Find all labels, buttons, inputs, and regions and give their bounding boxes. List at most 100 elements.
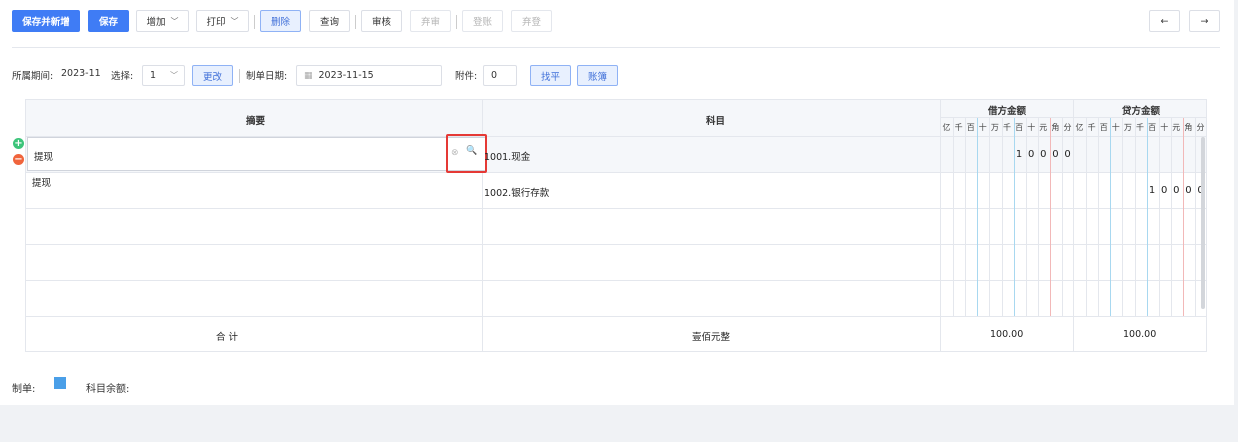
debit-digit: 0: [1028, 149, 1035, 160]
ledger-button[interactable]: 账簿: [577, 65, 618, 86]
digit-unit-label: 百: [1015, 123, 1024, 132]
highlight-box: [446, 134, 487, 173]
remove-row-icon[interactable]: −: [13, 154, 24, 165]
digit-unit-label: 千: [1136, 123, 1144, 132]
digit-column-line: [1086, 118, 1088, 316]
change-button[interactable]: 更改: [192, 65, 233, 86]
calendar-icon: ▦: [304, 70, 313, 81]
debit-header: 借方金额: [988, 106, 1027, 117]
digit-unit-label: 百: [966, 123, 975, 132]
digit-unit-label: 十: [978, 123, 987, 132]
print-dropdown-button[interactable]: 打印 ﹀: [196, 10, 249, 32]
toolbar-divider: [254, 15, 255, 29]
post-button[interactable]: 登账: [462, 10, 503, 32]
digit-column-line: [1195, 118, 1196, 316]
row-divider: [26, 208, 1206, 209]
digit-unit-label: 千: [1003, 123, 1011, 132]
ledger-label: 账簿: [587, 71, 607, 83]
digit-column-line: [1001, 118, 1003, 316]
digit-unit-label: 万: [990, 123, 999, 132]
digit-unit-label: 元: [1039, 123, 1048, 132]
save-button[interactable]: 保存: [88, 10, 129, 32]
period-value: 2023-11: [61, 68, 101, 79]
debit-digit: 0: [1040, 149, 1047, 160]
unaudit-label: 弃审: [420, 17, 440, 28]
toolbar-divider: [355, 15, 356, 29]
change-label: 更改: [202, 71, 222, 83]
digit-column-line: [1098, 118, 1100, 316]
digit-column-line: [977, 118, 979, 316]
column-divider: [940, 100, 941, 351]
post-label: 登账: [472, 17, 492, 28]
credit-digit: 1: [1148, 185, 1156, 196]
total-amount-words: 壹佰元整: [692, 332, 731, 343]
row-summary[interactable]: 提现: [32, 175, 51, 189]
digit-unit-label: 分: [1196, 123, 1205, 132]
digit-unit-label: 十: [1111, 123, 1120, 132]
query-label: 查询: [319, 17, 339, 28]
summary-input[interactable]: 提现 ⊗: [27, 137, 486, 171]
audit-label: 审核: [371, 17, 391, 28]
digit-column-line: [1170, 118, 1172, 316]
digit-unit-label: 万: [1123, 123, 1132, 132]
add-row-icon[interactable]: +: [13, 138, 24, 149]
chevron-down-icon: ﹀: [170, 71, 178, 80]
attachment-input[interactable]: 0: [483, 65, 517, 86]
subject-header: 科目: [706, 116, 726, 127]
prev-button[interactable]: ←: [1149, 10, 1180, 32]
credit-digit: 0: [1185, 185, 1192, 196]
select-dropdown[interactable]: 1 ﹀: [142, 65, 185, 86]
maker-avatar: [54, 377, 66, 389]
voucher-table: 摘要 科目 借方金额 贷方金额 亿千百十万千百十元角分10000亿千百十万千百十…: [25, 99, 1207, 352]
digit-column-line: [1013, 118, 1015, 316]
row-divider: [26, 316, 1206, 317]
row-subject[interactable]: 1001.现金: [484, 149, 530, 163]
total-credit: 100.00: [1123, 329, 1157, 340]
summary-header: 摘要: [246, 116, 266, 127]
toolbar-divider: [456, 15, 457, 29]
date-label: 制单日期:: [246, 71, 288, 82]
row-divider: [26, 244, 1206, 245]
chevron-down-icon: ﹀: [230, 16, 239, 26]
unaudit-button[interactable]: 弃审: [410, 10, 451, 32]
query-button[interactable]: 查询: [309, 10, 350, 32]
chevron-down-icon: ﹀: [170, 16, 179, 26]
next-button[interactable]: →: [1189, 10, 1220, 32]
balance-label: 找平: [540, 71, 560, 83]
arrow-left-icon: ←: [1160, 15, 1169, 27]
delete-button[interactable]: 删除: [260, 10, 301, 32]
save-and-new-button[interactable]: 保存并新增: [12, 10, 80, 32]
voucher-panel: 保存并新增 保存 增加 ﹀ 打印 ﹀ 删除 查询 审核 弃审 登账 弃登 ← → 所…: [0, 0, 1234, 405]
digit-unit-label: 元: [1172, 123, 1181, 132]
digit-column-line: [1025, 118, 1027, 316]
print-label: 打印: [206, 17, 226, 28]
debit-digit: 1: [1015, 149, 1023, 160]
add-label: 增加: [146, 17, 166, 28]
balance-button[interactable]: 找平: [530, 65, 571, 86]
date-picker[interactable]: ▦ 2023-11-15: [296, 65, 442, 86]
digit-column-line: [1146, 118, 1148, 316]
period-label: 所属期间:: [12, 71, 54, 82]
select-label: 选择:: [111, 71, 134, 82]
date-value: 2023-11-15: [318, 70, 374, 81]
digit-unit-label: 十: [1160, 123, 1169, 132]
digit-column-line: [1122, 118, 1124, 316]
digit-unit-label: 亿: [942, 123, 951, 132]
digit-unit-label: 千: [954, 123, 963, 132]
column-divider: [1073, 100, 1074, 351]
digit-column-line: [1049, 118, 1051, 316]
row-subject[interactable]: 1002.银行存款: [484, 185, 549, 199]
debit-digit: 0: [1064, 149, 1071, 160]
digit-column-line: [1062, 118, 1063, 316]
unpost-label: 弃登: [521, 17, 541, 28]
table-scrollbar[interactable]: [1201, 137, 1205, 309]
credit-digit: 0: [1173, 185, 1180, 196]
digit-column-line: [1110, 118, 1112, 316]
digit-unit-label: 十: [1027, 123, 1036, 132]
audit-button[interactable]: 审核: [361, 10, 402, 32]
row-divider: [26, 172, 1206, 173]
add-dropdown-button[interactable]: 增加 ﹀: [136, 10, 189, 32]
save-and-new-label: 保存并新增: [22, 17, 70, 28]
subject-balance-label: 科目余额:: [86, 384, 130, 395]
unpost-button[interactable]: 弃登: [511, 10, 552, 32]
